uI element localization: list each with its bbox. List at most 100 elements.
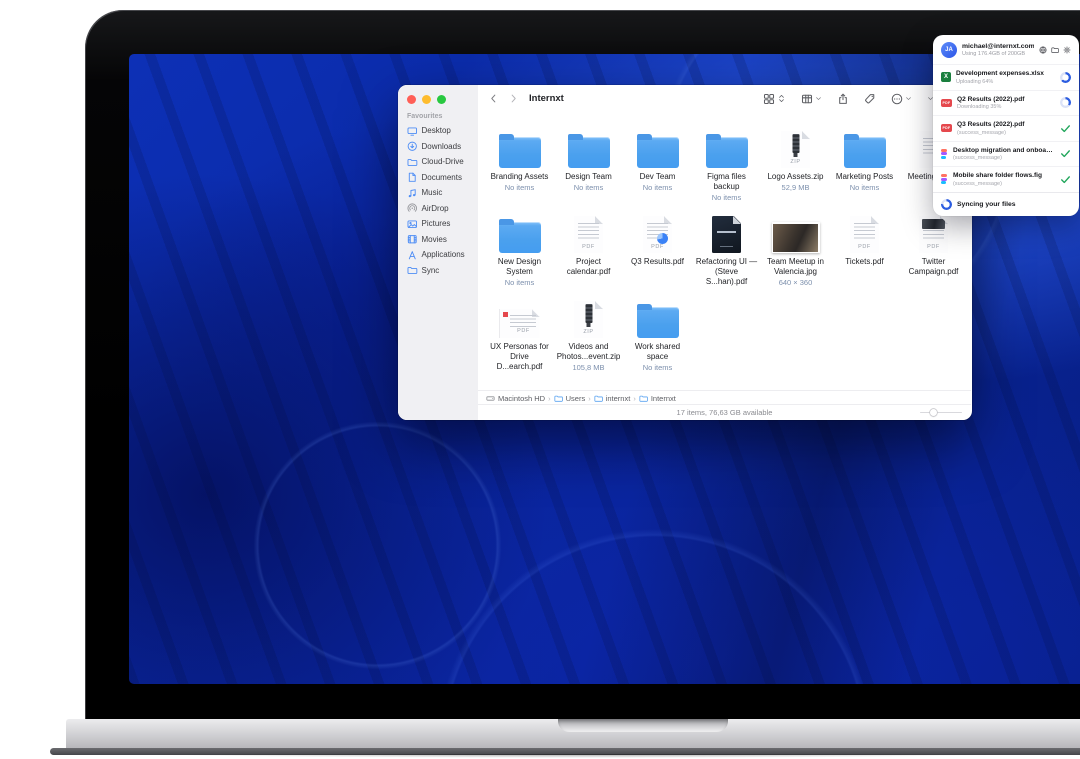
file-type-label: ZIP bbox=[781, 159, 810, 165]
sidebar-item-movies[interactable]: Movies bbox=[398, 232, 478, 248]
view-options-group[interactable] bbox=[763, 93, 786, 105]
file-item-ux-personas-for-drive-d-earch-pdf[interactable]: PDFUX Personas for Drive D...earch.pdf bbox=[485, 295, 554, 380]
group-by-icon[interactable] bbox=[801, 93, 813, 105]
slider-track bbox=[920, 412, 962, 414]
file-item-branding-assets[interactable]: Branding AssetsNo items bbox=[485, 125, 554, 210]
file-item-project-calendar-pdf[interactable]: PDFProject calendar.pdf bbox=[554, 210, 623, 295]
group-by-button[interactable] bbox=[801, 93, 822, 105]
sidebar-item-label: Downloads bbox=[422, 142, 462, 151]
folder-icon bbox=[499, 137, 541, 168]
file-item-twitter-campaign-pdf[interactable]: PDFTwitter Campaign.pdf bbox=[899, 210, 968, 295]
sidebar-item-label: Music bbox=[422, 188, 443, 197]
breadcrumb-item-internxt[interactable]: internxt bbox=[594, 394, 631, 403]
sync-item-name: Desktop migration and onboardi... bbox=[953, 147, 1055, 154]
sync-item-detail: (success_message) bbox=[953, 181, 1055, 187]
file-grid: Branding AssetsNo itemsDesign TeamNo ite… bbox=[478, 112, 971, 380]
file-item-figma-files-backup[interactable]: Figma files backupNo items bbox=[692, 125, 761, 210]
grid-view-icon[interactable] bbox=[763, 93, 775, 105]
file-info: No items bbox=[623, 183, 692, 192]
sidebar-item-label: Applications bbox=[422, 250, 465, 259]
breadcrumb-item-users[interactable]: Users bbox=[554, 394, 586, 403]
file-icon: PDF bbox=[830, 210, 899, 253]
icon-size-slider[interactable] bbox=[920, 409, 962, 415]
image-header-decoration bbox=[922, 219, 945, 229]
file-item-team-meetup-in-valencia-jpg[interactable]: Team Meetup in Valencia.jpg640 × 360 bbox=[761, 210, 830, 295]
more-circle-icon[interactable] bbox=[891, 93, 903, 105]
drive-icon bbox=[486, 394, 495, 403]
slider-knob[interactable] bbox=[930, 409, 937, 416]
file-name: Design Team bbox=[554, 172, 623, 182]
folder-icon bbox=[568, 137, 610, 168]
file-item-refactoring-ui-steve-s-han-pdf[interactable]: Refactoring UI — (Steve S...han).pdf bbox=[692, 210, 761, 295]
sidebar-item-downloads[interactable]: Downloads bbox=[398, 139, 478, 155]
sidebar-item-music[interactable]: Music bbox=[398, 185, 478, 201]
tag-icon[interactable] bbox=[864, 93, 876, 105]
file-icon: ZIP bbox=[761, 125, 830, 168]
file-info: 640 × 360 bbox=[761, 278, 830, 287]
film-icon bbox=[407, 234, 418, 245]
sync-item-desktop-migration-and-onboardi[interactable]: Desktop migration and onboardi...(succes… bbox=[933, 141, 1079, 167]
file-item-q3-results-pdf[interactable]: PDFQ3 Results.pdf bbox=[623, 210, 692, 295]
file-page-icon: PDF bbox=[919, 216, 948, 253]
file-name: Tickets.pdf bbox=[830, 257, 899, 267]
folder-icon bbox=[594, 394, 603, 403]
back-button[interactable] bbox=[488, 93, 499, 104]
finder-titlebar[interactable]: Internxt bbox=[478, 85, 972, 112]
share-icon[interactable] bbox=[837, 93, 849, 105]
sync-item-name: Q2 Results (2022).pdf bbox=[957, 96, 1055, 103]
file-item-logo-assets-zip[interactable]: ZIPLogo Assets.zip52,9 MB bbox=[761, 125, 830, 210]
sync-item-q2-results-2022-pdf[interactable]: PDFQ2 Results (2022).pdfDownloading 35% bbox=[933, 90, 1079, 116]
folder-icon[interactable] bbox=[1051, 46, 1059, 54]
minimize-window-button[interactable] bbox=[422, 95, 431, 104]
sidebar-item-pictures[interactable]: Pictures bbox=[398, 216, 478, 232]
sidebar-item-sync[interactable]: Sync bbox=[398, 263, 478, 279]
sidebar-item-desktop[interactable]: Desktop bbox=[398, 123, 478, 139]
sidebar-item-label: Movies bbox=[422, 235, 447, 244]
breadcrumb-item-internxt[interactable]: Internxt bbox=[639, 394, 676, 403]
folder-icon bbox=[407, 157, 418, 168]
desktop-stage: Favourites DesktopDownloadsCloud-DriveDo… bbox=[0, 0, 1080, 759]
avatar[interactable]: JA bbox=[941, 42, 957, 58]
file-item-marketing-posts[interactable]: Marketing PostsNo items bbox=[830, 125, 899, 210]
sync-progress-spinner-icon bbox=[1060, 97, 1071, 108]
globe-icon[interactable] bbox=[1039, 46, 1047, 54]
file-item-design-team[interactable]: Design TeamNo items bbox=[554, 125, 623, 210]
sidebar-item-airdrop[interactable]: AirDrop bbox=[398, 201, 478, 217]
file-type-label: PDF bbox=[850, 244, 879, 250]
breadcrumb-item-macintosh-hd[interactable]: Macintosh HD bbox=[486, 394, 545, 403]
book-cover-icon bbox=[712, 216, 741, 253]
sidebar-item-applications[interactable]: Applications bbox=[398, 247, 478, 263]
zipper-decoration bbox=[585, 304, 592, 323]
sync-item-q3-results-2022-pdf[interactable]: PDFQ3 Results (2022).pdf(success_message… bbox=[933, 115, 1079, 141]
breadcrumb-label: Users bbox=[566, 394, 586, 403]
file-icon bbox=[623, 295, 692, 338]
sidebar-item-cloud-drive[interactable]: Cloud-Drive bbox=[398, 154, 478, 170]
file-info: No items bbox=[692, 193, 761, 202]
file-item-tickets-pdf[interactable]: PDF Tickets.pdf bbox=[830, 210, 899, 295]
file-item-work-shared-space[interactable]: Work shared spaceNo items bbox=[623, 295, 692, 380]
sync-item-mobile-share-folder-flows-fig[interactable]: Mobile share folder flows.fig(success_me… bbox=[933, 166, 1079, 192]
file-item-videos-and-photos-event-zip[interactable]: ZIPVideos and Photos...event.zip105,8 MB bbox=[554, 295, 623, 380]
file-item-dev-team[interactable]: Dev TeamNo items bbox=[623, 125, 692, 210]
chevron-down-icon[interactable] bbox=[815, 95, 822, 102]
gear-icon[interactable] bbox=[1063, 46, 1071, 54]
excel-file-icon: X bbox=[941, 72, 951, 82]
file-item-new-design-system[interactable]: New Design SystemNo items bbox=[485, 210, 554, 295]
sidebar-item-label: Documents bbox=[422, 173, 462, 182]
page-fold bbox=[733, 216, 741, 224]
sidebar-item-documents[interactable]: Documents bbox=[398, 170, 478, 186]
file-name: Refactoring UI — (Steve S...han).pdf bbox=[692, 257, 761, 286]
sort-chevrons-icon[interactable] bbox=[777, 94, 786, 103]
page-text-lines bbox=[578, 223, 599, 240]
close-window-button[interactable] bbox=[407, 95, 416, 104]
page-fold bbox=[802, 131, 810, 139]
sync-success-check-icon bbox=[1060, 148, 1071, 159]
zoom-window-button[interactable] bbox=[437, 95, 446, 104]
file-page-icon: PDF bbox=[850, 216, 879, 253]
chevron-down-icon[interactable] bbox=[905, 95, 912, 102]
sync-item-development-expenses-xlsx[interactable]: XDevelopment expenses.xlsxUploading 64% bbox=[933, 64, 1079, 90]
forward-button[interactable] bbox=[508, 93, 519, 104]
sync-entries: XDevelopment expenses.xlsxUploading 64%P… bbox=[933, 64, 1079, 192]
file-name: Videos and Photos...event.zip bbox=[554, 342, 623, 362]
more-actions-button[interactable] bbox=[891, 93, 912, 105]
